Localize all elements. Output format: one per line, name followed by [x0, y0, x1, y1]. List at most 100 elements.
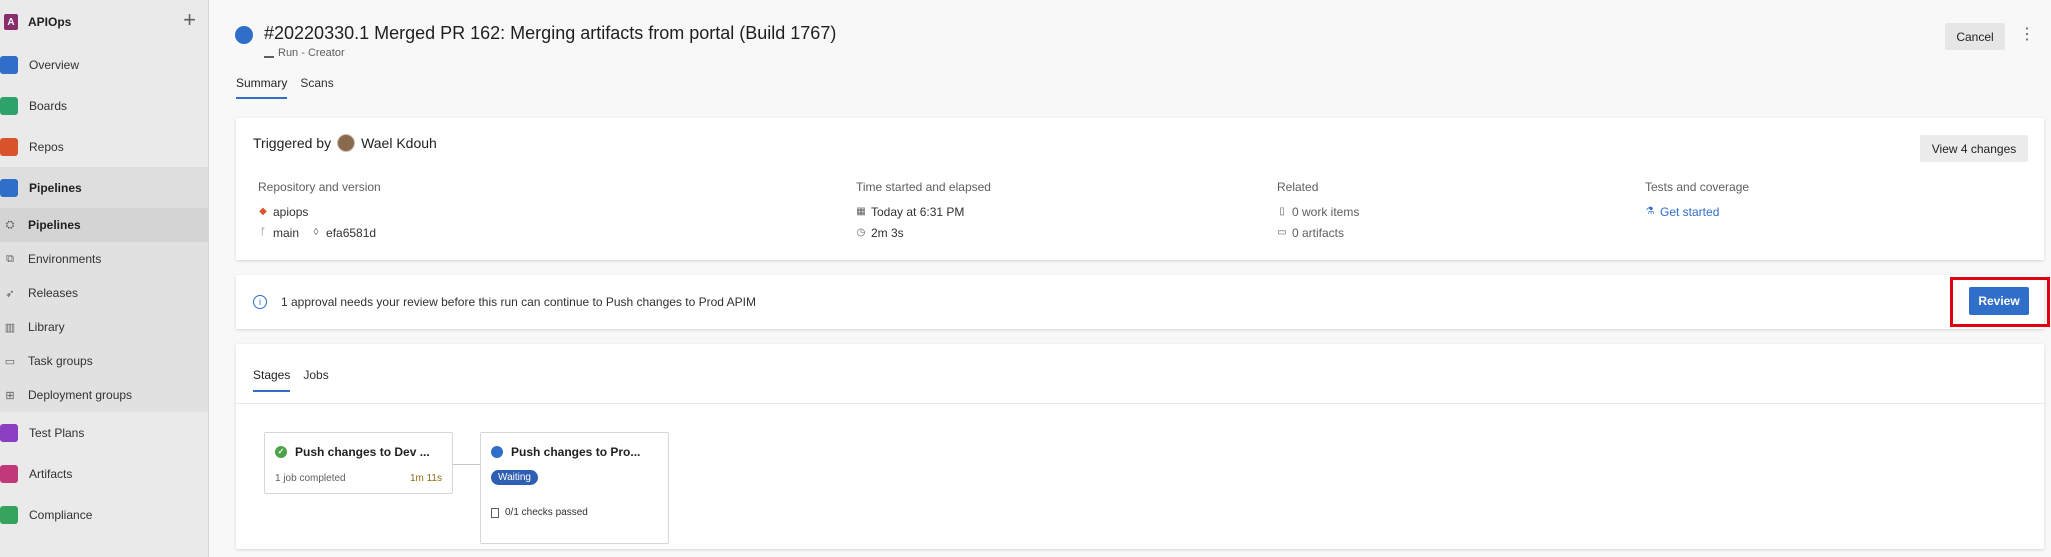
sub-environments[interactable]: ⧉ Environments: [0, 242, 208, 276]
run-header: #20220330.1 Merged PR 162: Merging artif…: [210, 0, 2051, 110]
tab-stages[interactable]: Stages: [253, 368, 291, 392]
clock-icon: [235, 26, 253, 44]
sub-releases[interactable]: ➶ Releases: [0, 276, 208, 310]
divider: [236, 403, 2044, 404]
repository-column: Repository and version ◆ apiops ᚴ main ◊…: [258, 180, 381, 243]
stage-name: Push changes to Pro...: [511, 445, 641, 459]
nav-label: Test Plans: [29, 425, 85, 440]
nav-label: Artifacts: [29, 466, 73, 481]
library-icon: ▥: [4, 321, 16, 334]
branch-icon: ᚴ: [260, 227, 266, 238]
started-row: ▦ Today at 6:31 PM: [856, 201, 991, 222]
test-plans-icon: [0, 423, 18, 442]
stage-name: Push changes to Dev ...: [295, 445, 430, 459]
tab-summary[interactable]: Summary: [236, 76, 288, 99]
check-icon: ✓: [275, 446, 287, 458]
view-changes-button[interactable]: View 4 changes: [1920, 135, 2028, 162]
approval-banner: i 1 approval needs your review before th…: [236, 275, 2050, 329]
pipelines-submenu: ⛭ Pipelines ⧉ Environments ➶ Releases ▥ …: [0, 208, 208, 412]
related-heading: Related: [1277, 180, 1319, 194]
artifacts-row: ▭ 0 artifacts: [1277, 222, 1359, 243]
git-icon: ◆: [259, 206, 267, 217]
run-subtitle: Run - Creator: [264, 47, 345, 59]
boards-icon: [0, 96, 18, 115]
time-column: Time started and elapsed ▦ Today at 6:31…: [856, 180, 991, 243]
commit-icon: ◊: [313, 227, 319, 238]
left-navigation: A APIOps + Overview Boards Repos Pipelin…: [0, 0, 209, 557]
nav-compliance[interactable]: Compliance: [0, 494, 208, 535]
work-items-row: ▯ 0 work items: [1277, 201, 1359, 222]
page-title: #20220330.1 Merged PR 162: Merging artif…: [264, 23, 837, 43]
project-avatar[interactable]: A: [4, 14, 18, 30]
work-items[interactable]: 0 work items: [1292, 205, 1359, 219]
artifact-icon: ▭: [1277, 227, 1287, 238]
info-icon: i: [253, 295, 267, 309]
sub-label: Library: [28, 320, 65, 334]
stage-dev[interactable]: ✓ Push changes to Dev ... 1 job complete…: [264, 432, 453, 494]
deployment-groups-icon: ⊞: [5, 389, 15, 402]
project-name[interactable]: APIOps: [28, 15, 71, 29]
nav-test-plans[interactable]: Test Plans: [0, 412, 208, 453]
stage-meta: 1 job completed: [275, 473, 346, 484]
avatar: [337, 134, 356, 152]
elapsed-row: ◷ 2m 3s: [856, 222, 991, 243]
stage-title: ✓ Push changes to Dev ...: [275, 445, 430, 459]
org-header: A APIOps +: [0, 0, 208, 44]
branch-name[interactable]: main: [273, 226, 299, 240]
checks-text: 0/1 checks passed: [505, 507, 588, 518]
commit-id[interactable]: efa6581d: [326, 226, 376, 240]
branch-row: ᚴ main ◊ efa6581d: [258, 222, 381, 243]
checks-row[interactable]: 0/1 checks passed: [491, 507, 588, 518]
repo-name[interactable]: apiops: [273, 205, 308, 219]
sub-task-groups[interactable]: ▭ Task groups: [0, 344, 208, 378]
nav-label: Repos: [29, 139, 64, 154]
artifacts-count[interactable]: 0 artifacts: [1292, 226, 1344, 240]
start-time: Today at 6:31 PM: [871, 204, 965, 219]
subtitle-text[interactable]: Run - Creator: [278, 47, 345, 59]
nav-label: Compliance: [29, 507, 93, 522]
artifacts-icon: [0, 464, 18, 483]
triggered-by: Triggered by Wael Kdouh: [253, 134, 437, 152]
environment-icon: ⧉: [6, 252, 14, 265]
nav-repos[interactable]: Repos: [0, 126, 208, 167]
clock-icon: [491, 446, 503, 458]
sub-label: Pipelines: [28, 218, 81, 232]
repo-heading: Repository and version: [258, 180, 381, 194]
tests-heading: Tests and coverage: [1645, 180, 1750, 194]
get-started-row: ⚗ Get started: [1645, 201, 1749, 222]
nav-boards[interactable]: Boards: [0, 85, 208, 126]
time-heading: Time started and elapsed: [856, 180, 991, 194]
more-actions-icon[interactable]: ⋮: [2019, 24, 2035, 48]
sub-label: Task groups: [28, 354, 93, 368]
review-button[interactable]: Review: [1969, 287, 2029, 315]
sub-deployment-groups[interactable]: ⊞ Deployment groups: [0, 378, 208, 412]
trigger-user[interactable]: Wael Kdouh: [361, 135, 437, 151]
sub-label: Releases: [28, 286, 79, 300]
nav-pipelines[interactable]: Pipelines: [0, 167, 208, 208]
sub-label: Deployment groups: [28, 388, 133, 402]
cancel-button[interactable]: Cancel: [1945, 23, 2005, 50]
repos-icon: [0, 137, 18, 156]
flask-icon: ⚗: [1645, 206, 1655, 217]
elapsed-time: 2m 3s: [871, 225, 904, 240]
nav-overview[interactable]: Overview: [0, 44, 208, 85]
get-started-link[interactable]: Get started: [1660, 205, 1719, 219]
nav-artifacts[interactable]: Artifacts: [0, 453, 208, 494]
stage-prod[interactable]: Push changes to Pro... Waiting 0/1 check…: [480, 432, 669, 544]
nav-label: Pipelines: [29, 180, 82, 195]
rocket-icon: ⛭: [5, 218, 15, 231]
tests-column: Tests and coverage ⚗ Get started: [1645, 180, 1749, 222]
pipelines-icon: [0, 178, 18, 197]
stage-duration: 1m 11s: [409, 473, 442, 484]
overview-icon: [0, 55, 18, 74]
stage-title: Push changes to Pro...: [491, 445, 640, 459]
sub-pipelines[interactable]: ⛭ Pipelines: [0, 208, 208, 242]
work-item-icon: ▯: [1279, 206, 1285, 217]
add-icon[interactable]: +: [183, 9, 196, 31]
clock-icon: ◷: [856, 227, 866, 238]
sub-library[interactable]: ▥ Library: [0, 310, 208, 344]
tab-scans[interactable]: Scans: [300, 76, 333, 99]
checklist-icon: [491, 507, 499, 518]
stages-card: Stages Jobs ✓ Push changes to Dev ... 1 …: [236, 344, 2044, 549]
tab-jobs[interactable]: Jobs: [303, 368, 328, 392]
